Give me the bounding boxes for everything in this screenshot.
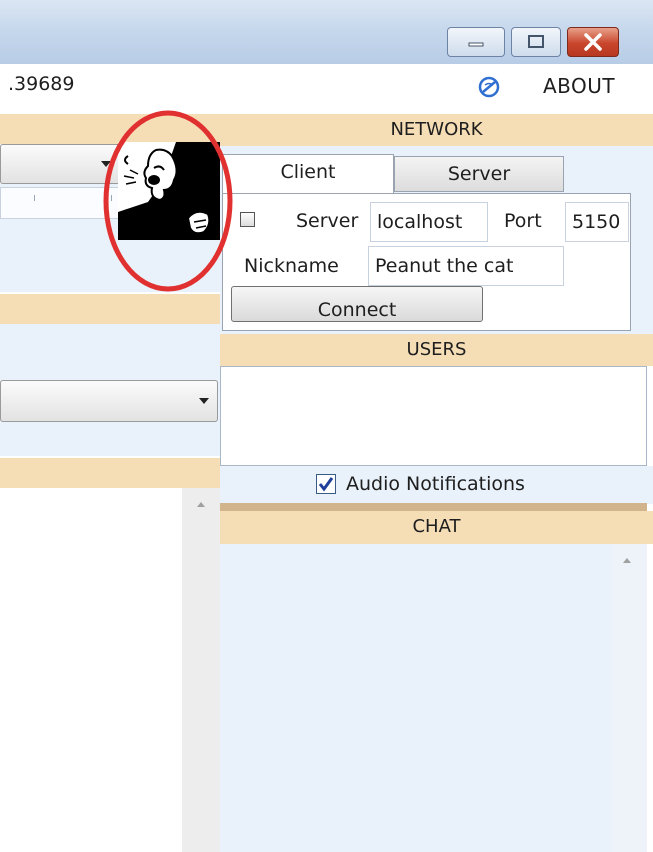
connect-button-label: Connect (317, 299, 397, 321)
audio-notifications-label: Audio Notifications (346, 473, 525, 495)
globe-icon[interactable] (478, 76, 500, 98)
dropdown-arrow-icon (199, 398, 209, 404)
maximize-button[interactable] (511, 27, 561, 57)
connect-button[interactable]: Connect (231, 286, 483, 322)
left-combo-mid[interactable] (0, 380, 218, 422)
annotation-circle (103, 110, 233, 292)
about-link[interactable]: ABOUT (543, 74, 615, 98)
version-text: .39689 (8, 73, 75, 95)
minimize-button[interactable] (447, 27, 505, 57)
checkmark-icon (318, 477, 334, 492)
users-list[interactable] (220, 366, 647, 466)
tab-client[interactable]: Client (222, 154, 394, 194)
users-header: USERS (220, 334, 653, 366)
scroll-up-icon[interactable] (197, 502, 205, 507)
left-list-scrollbar[interactable] (182, 488, 220, 852)
audio-checkbox[interactable] (316, 474, 336, 494)
close-icon (584, 33, 602, 51)
port-input[interactable]: 5150 (565, 202, 629, 242)
left-section-header-3 (0, 458, 220, 488)
left-list[interactable] (0, 488, 182, 852)
chat-splitter[interactable] (220, 503, 647, 511)
server-checkbox[interactable] (240, 212, 255, 227)
slider-tick (34, 195, 35, 201)
scroll-up-icon[interactable] (623, 558, 631, 563)
minimize-icon (468, 42, 484, 47)
server-input[interactable]: localhost (370, 202, 488, 242)
server-label: Server (296, 210, 359, 232)
nickname-input[interactable]: Peanut the cat (368, 246, 564, 286)
chat-scrollbar[interactable] (611, 544, 647, 852)
network-header: NETWORK (220, 114, 653, 146)
chat-log[interactable] (220, 544, 611, 852)
tab-server[interactable]: Server (394, 156, 564, 192)
left-section-header-2 (0, 294, 220, 324)
chat-header: CHAT (220, 511, 653, 544)
close-button[interactable] (567, 27, 619, 57)
port-label: Port (504, 210, 542, 232)
maximize-icon (528, 35, 544, 48)
nickname-label: Nickname (244, 255, 339, 277)
